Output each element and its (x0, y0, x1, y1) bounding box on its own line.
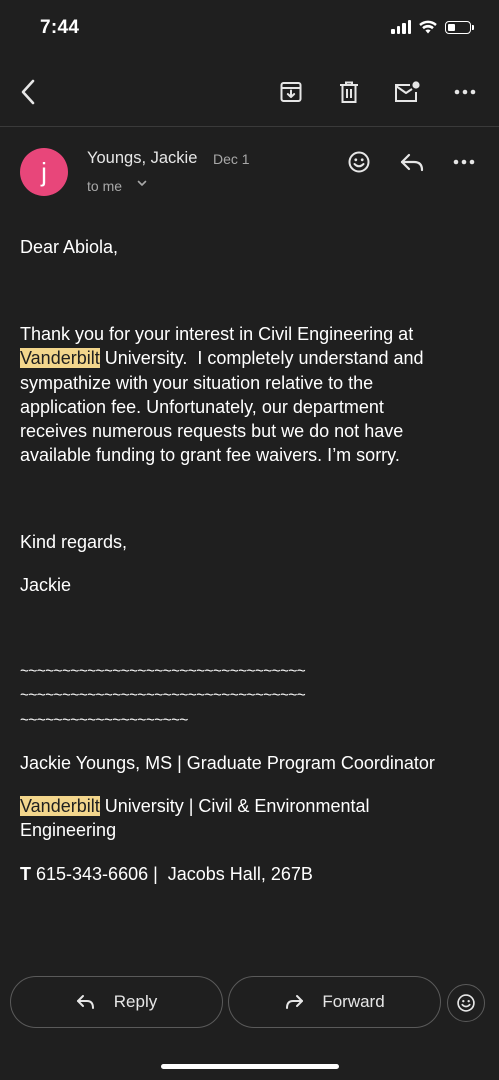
body-line: sympathize with your situation relative … (20, 372, 374, 393)
recipient-label[interactable]: to me (87, 178, 122, 194)
body-line: available funding to grant fee waivers. … (20, 445, 400, 466)
emoji-reaction-button[interactable] (447, 984, 485, 1022)
separator-line: ~~~~~~~~~~~~~~~~~~~~~~~~~~~~~~~~~~ (20, 687, 306, 705)
greeting: Dear Abiola, (20, 237, 119, 257)
delete-button[interactable] (331, 74, 367, 110)
signature-university: Vanderbilt University | Civil & Environm… (20, 794, 369, 843)
highlight-vanderbilt: Vanderbilt (20, 796, 100, 816)
more-options-button[interactable] (447, 74, 483, 110)
react-emoji-button[interactable] (343, 146, 375, 178)
closing: Kind regards, (20, 532, 128, 552)
emoji-icon (457, 994, 475, 1012)
status-bar: 7:44 (0, 0, 499, 60)
battery-icon (445, 20, 474, 34)
chevron-down-icon[interactable] (135, 176, 149, 190)
body-paragraph: Thank you for your interest in Civil Eng… (20, 322, 424, 468)
reply-icon (400, 153, 424, 172)
message-more-button[interactable] (448, 146, 480, 178)
more-horizontal-icon (453, 159, 475, 165)
signature-title: Jackie Youngs, MS | Graduate Program Coo… (20, 753, 435, 773)
body-line: Vanderbilt University. I completely unde… (20, 346, 424, 370)
signoff-name: Jackie (20, 575, 72, 595)
status-time: 7:44 (40, 17, 80, 38)
back-button[interactable] (10, 74, 46, 110)
reply-header-button[interactable] (396, 146, 428, 178)
archive-icon (280, 82, 302, 102)
sender-name[interactable]: Youngs, Jackie (87, 149, 197, 168)
signature-contact: T 615-343-6606 | Jacobs Hall, 267B (20, 862, 313, 886)
chevron-left-icon (21, 79, 35, 105)
reply-label: Reply (113, 992, 158, 1011)
signature-university-text: University | Civil & Environmental (99, 796, 370, 816)
reply-button[interactable]: Reply (10, 976, 223, 1028)
signature-university-line: Vanderbilt University | Civil & Environm… (20, 794, 369, 818)
signature-university-line: Engineering (20, 820, 117, 841)
ghost-text-decoration (34, 42, 38, 59)
wifi-icon (419, 20, 437, 34)
mark-unread-button[interactable] (389, 74, 425, 110)
phone-label: T (20, 864, 31, 884)
cellular-signal-icon (391, 20, 411, 34)
archive-button[interactable] (273, 74, 309, 110)
phone-and-office: 615-343-6606 | Jacobs Hall, 267B (31, 864, 313, 884)
separator-line: ~~~~~~~~~~~~~~~~~~~~~~~~~~~~~~~~~~ (20, 663, 306, 680)
status-icons (391, 20, 474, 34)
toolbar-divider (0, 126, 499, 127)
top-toolbar (0, 62, 499, 122)
body-line: receives numerous requests but we do not… (20, 421, 404, 442)
highlight-vanderbilt: Vanderbilt (20, 348, 100, 369)
mark-unread-icon (395, 81, 420, 102)
message-date: Dec 1 (213, 151, 250, 167)
emoji-icon (348, 151, 370, 173)
forward-label: Forward (322, 992, 385, 1011)
separator-line: ~~~~~~~~~~~~~~~~~~~~ (20, 711, 188, 729)
signature-separator: ~~~~~~~~~~~~~~~~~~~~~~~~~~~~~~~~~~ ~~~~~… (20, 660, 306, 733)
more-horizontal-icon (454, 89, 476, 95)
trash-icon (340, 81, 358, 103)
body-line-text: University. I completely understand and (99, 348, 424, 369)
body-line: Thank you for your interest in Civil Eng… (20, 324, 414, 344)
home-indicator[interactable] (161, 1064, 339, 1069)
body-line: application fee. Unfortunately, our depa… (20, 396, 384, 417)
reply-icon (76, 995, 94, 1009)
forward-button[interactable]: Forward (228, 976, 441, 1028)
forward-icon (286, 995, 304, 1009)
sender-avatar[interactable]: j (20, 148, 68, 196)
